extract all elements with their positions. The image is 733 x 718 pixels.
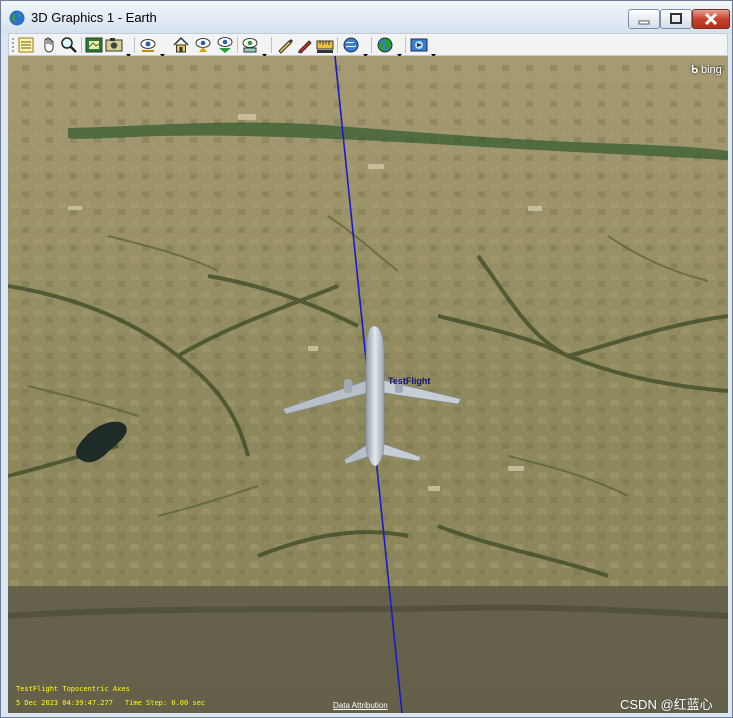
data-attribution-link[interactable]: Data Attribution — [333, 701, 388, 710]
ruler-button[interactable] — [316, 36, 334, 54]
terrain-globe-button[interactable] — [376, 36, 394, 54]
view-from-to-dropdown[interactable] — [160, 43, 165, 57]
draw-pencil-button[interactable] — [296, 36, 314, 54]
orient-north-button[interactable] — [194, 36, 212, 54]
app-window: 3D Graphics 1 - Earth TestFlight ᑲ bing … — [0, 0, 733, 718]
zoom-button[interactable] — [60, 36, 78, 54]
earth-globe-icon — [9, 10, 25, 26]
properties-button[interactable] — [17, 36, 35, 54]
toolbar-separator — [237, 37, 238, 53]
maximize-icon — [670, 13, 682, 24]
record-movie-icon — [410, 38, 428, 52]
globe-manager-button[interactable] — [342, 36, 360, 54]
bing-icon: ᑲ — [691, 64, 698, 76]
record-movie-dropdown[interactable] — [431, 43, 436, 57]
camera-snapshot-dropdown[interactable] — [126, 43, 131, 57]
top-down-view-button[interactable] — [216, 36, 234, 54]
map-snapshot-button[interactable] — [85, 36, 103, 54]
home-view-icon — [173, 36, 189, 53]
toolbar-separator — [405, 37, 406, 53]
minimize-icon — [638, 20, 650, 25]
toolbar-separator — [337, 37, 338, 53]
csdn-watermark: CSDN @红蓝心 — [620, 697, 713, 712]
aircraft-label: TestFlight — [388, 376, 431, 386]
top-down-view-icon — [217, 37, 233, 53]
globe-manager-dropdown[interactable] — [363, 43, 368, 57]
view-from-to-icon — [140, 39, 156, 52]
pan-hand-icon — [44, 37, 54, 53]
hud-axes-label: TestFlight Topocentric Axes — [16, 685, 130, 693]
orient-north-icon — [195, 38, 211, 52]
map-toolbar — [8, 33, 728, 57]
hud-time-row: 5 Dec 2023 04:39:47.277 Time Step: 0.00 s… — [16, 699, 205, 707]
earth-3d-viewport[interactable]: TestFlight ᑲ bing TestFlight Topocentric… — [8, 56, 728, 713]
aircraft-model — [282, 325, 462, 467]
title-bar[interactable]: 3D Graphics 1 - Earth — [1, 1, 732, 33]
record-movie-button[interactable] — [410, 36, 428, 54]
globe-manager-icon — [343, 37, 359, 53]
toolbar-separator — [81, 37, 82, 53]
toolbar-separator — [271, 37, 272, 53]
globe-layers-dropdown[interactable] — [262, 43, 267, 57]
hud-date: 5 Dec 2023 04:39:47.277 — [16, 699, 113, 707]
view-from-to-button[interactable] — [139, 36, 157, 54]
minimize-button[interactable] — [628, 9, 660, 29]
map-provider-label: bing — [700, 64, 722, 76]
hud-time-step: Time Step: 0.00 sec — [124, 699, 206, 707]
camera-snapshot-button[interactable] — [105, 36, 123, 54]
maximize-button[interactable] — [660, 9, 692, 29]
zoom-icon — [61, 37, 77, 53]
map-snapshot-icon — [85, 37, 103, 53]
properties-icon — [18, 37, 34, 53]
pan-button[interactable] — [40, 36, 58, 54]
home-view-button[interactable] — [172, 36, 190, 54]
draw-pencil-icon — [298, 40, 312, 54]
terrain-globe-icon — [377, 37, 393, 53]
measure-pencil-button[interactable] — [276, 36, 294, 54]
close-button[interactable] — [692, 9, 730, 29]
measure-pencil-icon — [278, 39, 293, 54]
close-icon — [704, 12, 718, 26]
terrain-globe-dropdown[interactable] — [397, 43, 402, 57]
window-title: 3D Graphics 1 - Earth — [31, 10, 157, 25]
globe-layers-icon — [242, 38, 258, 53]
toolbar-separator — [371, 37, 372, 53]
camera-snapshot-icon — [105, 38, 123, 52]
toolbar-separator — [134, 37, 135, 53]
ruler-icon — [316, 40, 334, 53]
bing-logo: ᑲ bing — [691, 63, 722, 76]
globe-layers-button[interactable] — [241, 36, 259, 54]
